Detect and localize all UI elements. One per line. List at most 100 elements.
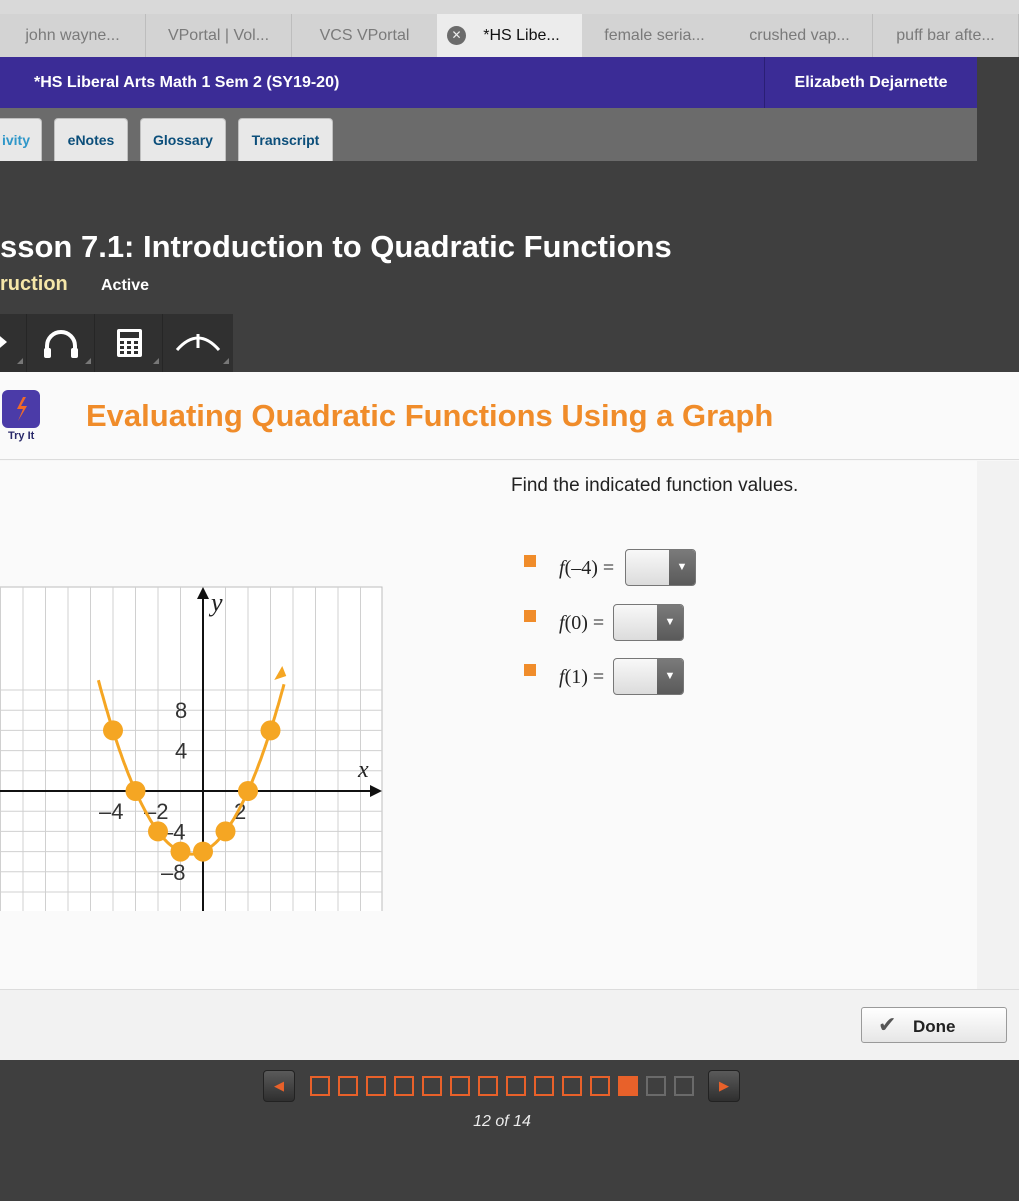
data-point (193, 841, 213, 862)
activity-pager: ◀ ▶ 12 of 14 (0, 1060, 1019, 1201)
previous-page-button[interactable]: ◀ (263, 1070, 295, 1102)
chevron-down-icon[interactable]: ▼ (657, 605, 683, 640)
question-prompt: Find the indicated function values. (511, 475, 799, 496)
tab-label: female seria... (604, 27, 705, 44)
page-dot[interactable] (478, 1076, 498, 1096)
lesson-title: sson 7.1: Introduction to Quadratic Func… (0, 229, 672, 264)
tab-label: *HS Libe... (483, 27, 560, 44)
x-tick-label: –4 (99, 799, 123, 824)
bullet-icon (524, 555, 536, 567)
lesson-status: Active (101, 277, 150, 294)
try-it-label: Try It (8, 430, 35, 442)
tab-glossary-label: Glossary (153, 132, 213, 148)
y-tick-label: 4 (175, 739, 187, 764)
browser-tab-bar: john wayne... VPortal | Vol... VCS VPort… (0, 0, 1019, 57)
page-dot[interactable] (618, 1076, 638, 1096)
activity-title: Evaluating Quadratic Functions Using a G… (86, 398, 774, 433)
chevron-down-icon[interactable]: ▼ (669, 550, 695, 585)
tab-enotes-label: eNotes (67, 132, 115, 148)
activity-header: Try It Evaluating Quadratic Functions Us… (0, 372, 1019, 460)
course-title: *HS Liberal Arts Math 1 Sem 2 (SY19-20) (34, 74, 340, 91)
tab-label: VCS VPortal (319, 27, 410, 44)
page-dot[interactable] (646, 1076, 666, 1096)
y-tick-label: 8 (175, 698, 187, 723)
page-dot[interactable] (310, 1076, 330, 1096)
y-axis-label: y (208, 588, 223, 617)
headphones-icon[interactable] (27, 314, 95, 372)
browser-tab[interactable]: crushed vap... (727, 14, 873, 57)
browser-tab-active[interactable]: ✕ *HS Libe... (437, 14, 583, 57)
course-header: *HS Liberal Arts Math 1 Sem 2 (SY19-20) … (0, 57, 977, 108)
page-counter: 12 of 14 (473, 1113, 531, 1130)
x-axis-label: x (357, 757, 369, 783)
check-icon: ✔ (878, 1012, 897, 1037)
graph-background (0, 586, 383, 911)
close-tab-icon[interactable]: ✕ (447, 26, 466, 45)
done-label: Done (913, 1017, 956, 1036)
question-label: f(0) = (559, 612, 605, 634)
done-button[interactable]: ✔ Done (861, 1007, 1007, 1043)
activity-content: –4 –2 2 8 4 –4 –8 x y Find the indicated functio… (0, 461, 977, 989)
data-point (170, 841, 191, 862)
browser-tab[interactable]: VPortal | Vol... (146, 14, 292, 57)
y-tick-label: –8 (161, 860, 185, 885)
next-page-button[interactable]: ▶ (708, 1070, 740, 1102)
browser-tab[interactable]: puff bar afte... (873, 14, 1019, 57)
tab-activity-label: ivity (1, 132, 30, 148)
tab-label: puff bar afte... (896, 27, 995, 44)
tab-enotes[interactable]: eNotes (54, 118, 128, 161)
answer-dropdown[interactable]: ▼ (625, 549, 696, 586)
pencil-icon[interactable] (0, 314, 27, 372)
page-dot[interactable] (506, 1076, 526, 1096)
question-label: f(–4) = (559, 557, 615, 579)
page-dot[interactable] (562, 1076, 582, 1096)
user-name[interactable]: Elizabeth Dejarnette (764, 57, 977, 108)
tab-glossary[interactable]: Glossary (140, 118, 226, 161)
page-dot[interactable] (534, 1076, 554, 1096)
page-dot[interactable] (590, 1076, 610, 1096)
bullet-icon (524, 664, 536, 676)
page-dot[interactable] (450, 1076, 470, 1096)
data-point (260, 720, 281, 741)
tab-label: john wayne... (25, 27, 120, 44)
bullet-icon (524, 610, 536, 622)
page-dot[interactable] (394, 1076, 414, 1096)
lesson-toolbar (0, 314, 233, 372)
data-point (238, 781, 258, 801)
screen: john wayne... VPortal | Vol... VCS VPort… (0, 0, 1019, 1201)
lesson-header: sson 7.1: Introduction to Quadratic Func… (0, 161, 1019, 372)
data-point (125, 781, 146, 801)
browser-tab[interactable]: john wayne... (0, 14, 146, 57)
triangle-right-icon: ▶ (719, 1078, 729, 1093)
lesson-section: ruction (0, 273, 68, 295)
collapse-icon[interactable] (163, 314, 233, 372)
x-tick-label: 2 (234, 799, 246, 824)
triangle-left-icon: ◀ (274, 1078, 284, 1093)
question-label: f(1) = (559, 666, 605, 688)
content-side-strip (977, 461, 1019, 989)
page-dot[interactable] (422, 1076, 442, 1096)
lesson-nav: ivity eNotes Glossary Transcript (0, 108, 977, 161)
browser-tab[interactable]: female seria... (582, 14, 728, 57)
tab-label: crushed vap... (749, 27, 850, 44)
try-it-icon (2, 390, 40, 428)
header-gap (977, 57, 1019, 161)
calculator-icon[interactable] (95, 314, 163, 372)
browser-tab[interactable]: VCS VPortal (292, 14, 438, 57)
tab-activity[interactable]: ivity (0, 118, 42, 161)
activity-card: Try It Evaluating Quadratic Functions Us… (0, 372, 1019, 1060)
data-point (215, 821, 236, 842)
page-dot[interactable] (674, 1076, 694, 1096)
chevron-down-icon[interactable]: ▼ (657, 659, 683, 694)
page-dot[interactable] (366, 1076, 386, 1096)
answer-dropdown[interactable]: ▼ (613, 658, 684, 695)
tab-transcript-label: Transcript (251, 132, 320, 148)
data-point (103, 720, 123, 741)
tab-transcript[interactable]: Transcript (238, 118, 333, 161)
data-point (148, 821, 168, 842)
parabola-graph: –4 –2 284–4–8xy (0, 586, 383, 911)
page-dot[interactable] (338, 1076, 358, 1096)
activity-footer: ✔ Done (0, 989, 1019, 1060)
answer-dropdown[interactable]: ▼ (613, 604, 684, 641)
tab-label: VPortal | Vol... (167, 27, 270, 44)
